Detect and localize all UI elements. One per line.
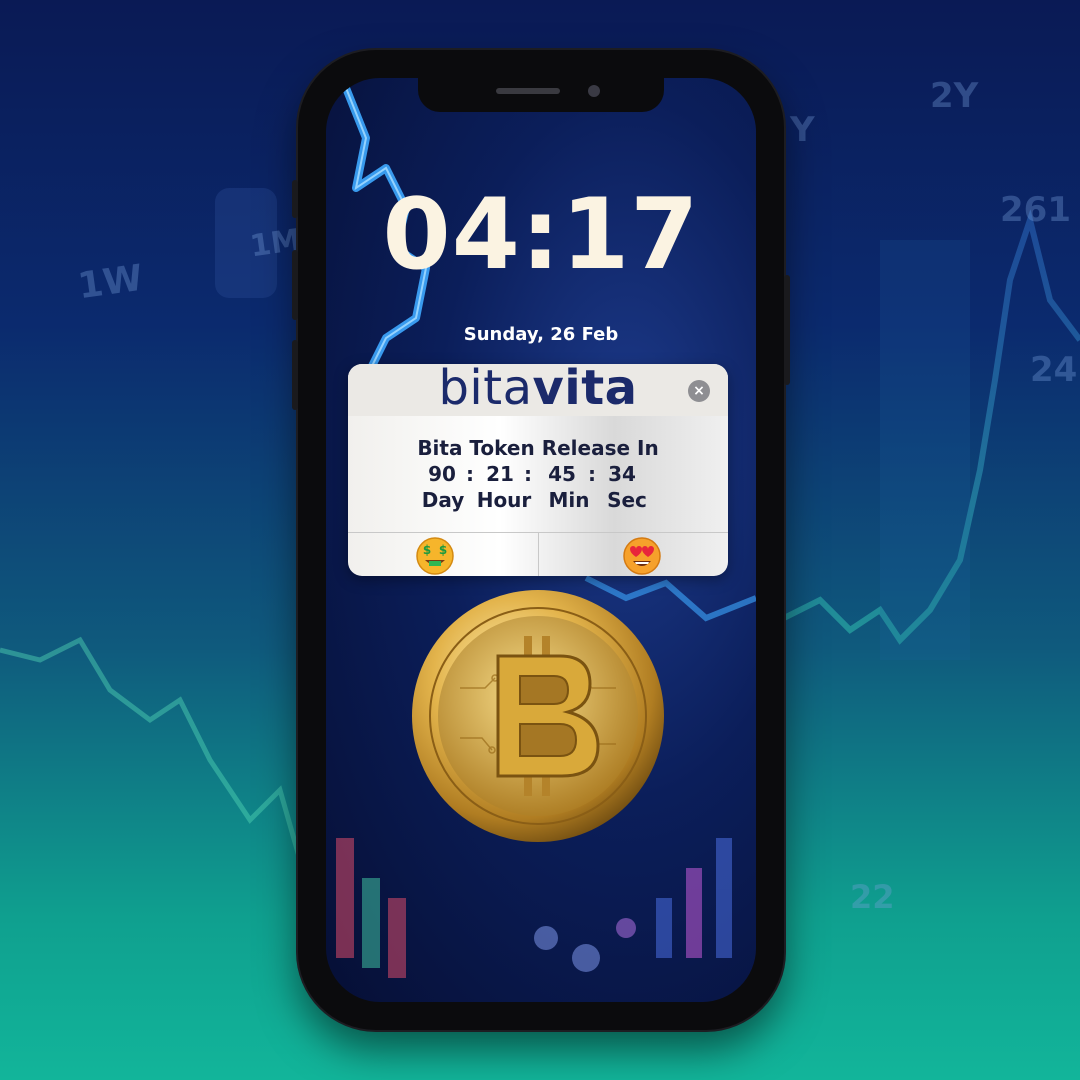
bitcoin-coin-image [412,590,664,842]
front-camera [588,85,600,97]
countdown-sep-3: : [588,462,596,486]
bg-label-22: 22 [850,878,895,916]
money-mouth-face-icon: $ $ [416,537,454,575]
label-hour: Hour [476,488,532,512]
countdown-day: 90 [428,462,456,486]
widget-header: bitavita × [348,364,728,416]
label-min: Min [548,488,590,512]
label-sec: Sec [607,488,647,512]
phone-volume-down [292,340,298,410]
widget-title: Bita Token Release In [417,436,659,460]
bg-label-261: 261 [1000,190,1071,230]
countdown-sep-1: : [466,462,474,486]
phone-volume-up [292,250,298,320]
bg-label-2y: 2Y [930,76,979,116]
widget-actions: $ $ [348,532,728,576]
close-icon[interactable]: × [688,380,710,402]
countdown-hour: 21 [486,462,514,486]
reaction-money-button[interactable]: $ $ [348,535,538,576]
svg-text:$: $ [423,543,431,557]
earpiece-speaker [496,88,560,94]
bitavita-logo: bitavita [348,364,728,414]
reaction-love-button[interactable] [538,535,728,576]
heart-eyes-face-icon [623,537,661,575]
bg-label-24: 24 [1030,350,1078,390]
lock-clock: 04:17 [382,178,700,292]
phone-power-button [784,275,790,385]
countdown-min: 45 [548,462,576,486]
phone-notch [418,78,664,112]
svg-text:$: $ [439,543,447,557]
bg-label-y: Y [790,110,815,150]
lock-screen[interactable]: 04:17 Sunday, 26 Feb bitavita × Bita Tok… [326,78,756,1002]
countdown-sec: 34 [608,462,636,486]
notification-widget[interactable]: bitavita × Bita Token Release In 90 : 21… [348,364,728,576]
phone-frame: 04:17 Sunday, 26 Feb bitavita × Bita Tok… [292,50,790,1030]
countdown-sep-2: : [524,462,532,486]
phone-silent-switch [292,180,298,218]
brand-part1: bita [438,364,533,416]
label-day: Day [421,488,465,512]
lock-date: Sunday, 26 Feb [463,324,619,345]
brand-part2: vita [532,364,638,416]
